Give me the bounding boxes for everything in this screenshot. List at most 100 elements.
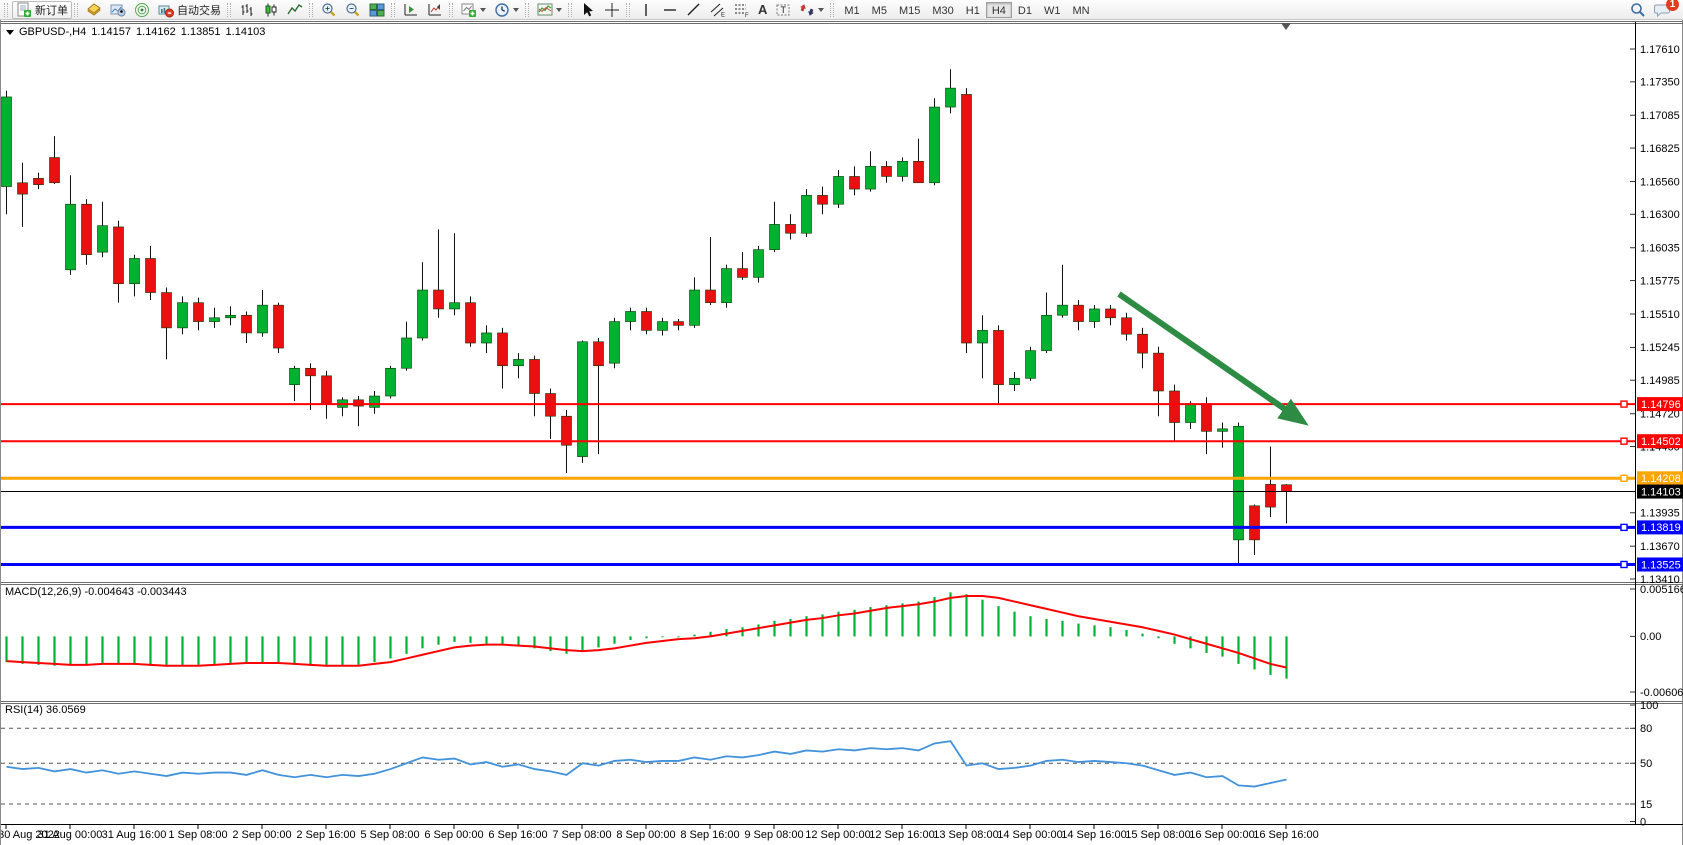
svg-text:1.15510: 1.15510: [1640, 309, 1680, 321]
toolbar-grip[interactable]: [449, 3, 453, 17]
toolbar-grip[interactable]: [74, 3, 78, 17]
toolbar-grip[interactable]: [391, 3, 395, 17]
vertical-line-button[interactable]: [634, 1, 658, 19]
svg-text:E: E: [721, 12, 725, 18]
price-tag-1.14796: 1.14796: [1637, 397, 1683, 411]
chart-low: 1.13851: [181, 26, 221, 38]
market-watch-icon: [86, 2, 102, 18]
channel-icon: E: [710, 2, 726, 18]
toolbar-grip[interactable]: [309, 3, 313, 17]
chart-window[interactable]: GBPUSD-,H4 1.14157 1.14162 1.13851 1.141…: [0, 20, 1683, 845]
candlestick-chart-button[interactable]: [259, 1, 283, 19]
arrows-caret: [818, 8, 824, 12]
auto-scroll-button[interactable]: [399, 1, 423, 19]
auto-trading-label: 自动交易: [177, 2, 221, 18]
fibonacci-button[interactable]: F: [730, 1, 754, 19]
svg-text:1.16560: 1.16560: [1640, 176, 1680, 188]
search-button[interactable]: [1626, 1, 1650, 19]
horizontal-line-button[interactable]: [658, 1, 682, 19]
timeframe-button-m30[interactable]: M30: [926, 2, 959, 18]
auto-trading-button[interactable]: 自动交易: [154, 1, 225, 19]
svg-text:0.005166: 0.005166: [1640, 584, 1683, 596]
fibonacci-icon: F: [734, 2, 750, 18]
svg-text:1.17350: 1.17350: [1640, 77, 1680, 89]
svg-text:14 Sep 16:00: 14 Sep 16:00: [1061, 829, 1126, 841]
svg-text:100: 100: [1640, 700, 1658, 712]
tile-windows-icon: [369, 2, 385, 18]
svg-text:50: 50: [1640, 758, 1652, 770]
macd-axis: 0.0051660.00-0.006064: [1630, 584, 1683, 699]
arrows-tool-button[interactable]: [795, 1, 828, 19]
svg-text:80: 80: [1640, 723, 1652, 735]
candles: [2, 69, 1292, 564]
chart-collapse-icon[interactable]: [6, 30, 14, 35]
template-chart-icon: [537, 2, 553, 18]
timeframe-button-h1[interactable]: H1: [960, 2, 986, 18]
arrows-tool-icon: [799, 2, 815, 18]
timeframe-button-mn[interactable]: MN: [1066, 2, 1095, 18]
text-tool-icon: A: [758, 2, 767, 17]
toolbar-grip[interactable]: [830, 3, 834, 17]
trendline-icon: [686, 2, 702, 18]
svg-text:F: F: [745, 13, 749, 18]
new-order-button[interactable]: 新订单: [12, 1, 72, 19]
timeframe-button-w1[interactable]: W1: [1038, 2, 1067, 18]
rsi-line: [7, 741, 1287, 786]
svg-text:1.13670: 1.13670: [1640, 541, 1680, 553]
signal-button[interactable]: [130, 1, 154, 19]
toolbar-grip[interactable]: [626, 3, 630, 17]
svg-text:1.13935: 1.13935: [1640, 508, 1680, 520]
templates-button[interactable]: [533, 1, 566, 19]
text-tool-button[interactable]: A: [754, 1, 771, 19]
timeframe-button-m15[interactable]: M15: [893, 2, 926, 18]
cursor-button[interactable]: [576, 1, 600, 19]
svg-text:6 Sep 16:00: 6 Sep 16:00: [488, 829, 547, 841]
price-axis: 1.176101.173501.170851.168251.165601.163…: [1630, 44, 1680, 586]
svg-text:1.15775: 1.15775: [1640, 275, 1680, 287]
notifications-button[interactable]: 1: [1650, 1, 1675, 19]
toolbar-grip[interactable]: [525, 3, 529, 17]
label-tool-button[interactable]: T: [771, 1, 795, 19]
period-caret: [513, 8, 519, 12]
price-tag-1.14208: 1.14208: [1637, 471, 1683, 485]
channel-button[interactable]: E: [706, 1, 730, 19]
tile-windows-button[interactable]: [365, 1, 389, 19]
timeframe-button-h4[interactable]: H4: [986, 2, 1012, 18]
svg-text:16 Sep 00:00: 16 Sep 00:00: [1189, 829, 1254, 841]
profiles-button[interactable]: [106, 1, 130, 19]
trendline-button[interactable]: [682, 1, 706, 19]
svg-text:1.14103: 1.14103: [1641, 486, 1681, 498]
chart-shift-marker[interactable]: [1281, 23, 1291, 30]
timeframe-button-d1[interactable]: D1: [1012, 2, 1038, 18]
timeframe-button-m1[interactable]: M1: [838, 2, 865, 18]
period-button[interactable]: [490, 1, 523, 19]
svg-text:6 Sep 00:00: 6 Sep 00:00: [424, 829, 483, 841]
line-chart-button[interactable]: [283, 1, 307, 19]
crosshair-button[interactable]: [600, 1, 624, 19]
price-tag-1.13525: 1.13525: [1637, 557, 1683, 571]
zoom-in-button[interactable]: [317, 1, 341, 19]
svg-text:-0.006064: -0.006064: [1640, 687, 1683, 699]
new-chart-icon: [461, 2, 477, 18]
svg-text:1.17610: 1.17610: [1640, 44, 1680, 56]
toolbar-grip[interactable]: [568, 3, 572, 17]
timeframe-button-m5[interactable]: M5: [866, 2, 893, 18]
horizontal-lines[interactable]: 1.147961.145021.142081.141031.138191.135…: [1, 397, 1683, 571]
market-watch-button[interactable]: [82, 1, 106, 19]
cursor-icon: [580, 2, 596, 18]
macd-pane-label: MACD(12,26,9) -0.004643 -0.003443: [5, 586, 187, 598]
svg-text:1.16035: 1.16035: [1640, 243, 1680, 255]
chart-canvas[interactable]: 1.176101.173501.170851.168251.165601.163…: [1, 20, 1683, 845]
chart-shift-button[interactable]: [423, 1, 447, 19]
toolbar-grip[interactable]: [227, 3, 231, 17]
svg-text:1.16825: 1.16825: [1640, 143, 1680, 155]
toolbar-grip[interactable]: [4, 3, 8, 17]
new-chart-button[interactable]: [457, 1, 490, 19]
timeframe-bar: M1M5M15M30H1H4D1W1MN: [838, 2, 1095, 18]
price-tag-1.14103: 1.14103: [1637, 485, 1683, 499]
zoom-out-button[interactable]: [341, 1, 365, 19]
bar-chart-icon: [239, 2, 255, 18]
svg-text:31 Aug 16:00: 31 Aug 16:00: [102, 829, 167, 841]
chart-symbol-period: GBPUSD-,H4: [19, 26, 86, 38]
bar-chart-button[interactable]: [235, 1, 259, 19]
